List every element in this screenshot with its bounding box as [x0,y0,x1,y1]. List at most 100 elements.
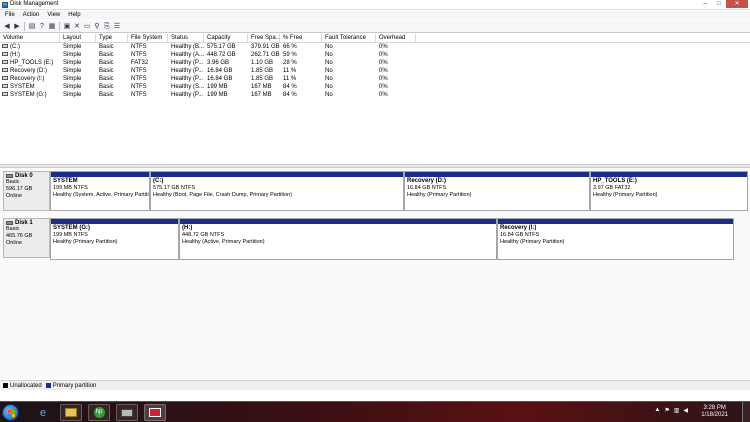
taskbar: e hp ▲ ⚑ ▥ ◀ 3:28 PM 1/18/2021 [0,401,750,422]
partition-disk0-c[interactable]: (C:) 575.17 GB NTFS Healthy (Boot, Page … [150,171,404,211]
volume-cell: Basic [99,44,114,50]
volume-cell: 16.84 GB [207,76,233,82]
menu-help[interactable]: Help [65,11,85,20]
disk-icon [6,221,13,225]
connect-disk-icon[interactable]: ▣ [63,23,71,31]
volume-cell: Healthy (B... [171,44,204,50]
system-clock[interactable]: 3:28 PM 1/18/2021 [701,405,728,419]
disk-management-icon[interactable] [144,404,166,421]
partition-name: (C:) [153,178,164,184]
partition-disk1-h[interactable]: (H:) 448.72 GB NTFS Healthy (Active, Pri… [179,218,497,260]
toolbar-separator [59,22,60,31]
disk-1-status: Online [6,240,22,246]
partition-disk1-system-g[interactable]: SYSTEM (G:) 199 MB NTFS Healthy (Primary… [50,218,179,260]
properties-icon[interactable]: ▤ [28,23,36,31]
help-icon[interactable]: ? [38,23,46,31]
partition-status: Healthy (Primary Partition) [593,192,658,198]
volume-row[interactable]: SYSTEM (G:) Simple Basic NTFS Healthy (P... 1… [0,91,750,99]
column-header[interactable]: Layout [60,34,96,42]
toolbar-separator [24,22,25,31]
menu-file[interactable]: File [2,11,20,20]
volume-cell: NTFS [131,68,147,74]
volume-list-icon[interactable]: ☰ [113,23,121,31]
column-header[interactable]: Fault Tolerance [322,34,376,42]
volume-cell: NTFS [131,44,147,50]
column-header[interactable]: File System [128,34,168,42]
volume-cell: 11 % [283,68,297,74]
volume-cell: 1.10 GB [251,60,274,66]
volume-row[interactable]: (H:) Simple Basic NTFS Healthy (A... 448.72 G… [0,51,750,59]
rescan-icon[interactable]: ⎘ [103,23,111,31]
file-explorer-icon[interactable] [60,404,82,421]
volume-cell: FAT32 [131,60,149,66]
volume-name: Recovery (I:) [10,76,45,82]
menu-action[interactable]: Action [20,11,45,20]
computer-management-icon[interactable] [116,404,138,421]
volume-row[interactable]: HP_TOOLS (E:) Simple Basic FAT32 Healthy (P.… [0,59,750,67]
volume-cell: 262.71 GB [251,52,280,58]
partition-name: Recovery (I:) [500,225,537,231]
volume-cell: 84 % [283,84,297,90]
volume-cell: 0% [379,92,388,98]
volume-name: HP_TOOLS (E:) [10,60,54,66]
volume-cell: No [325,84,333,90]
column-header[interactable]: Overhead [376,34,416,42]
menu-bar: File Action View Help [0,11,750,20]
volume-cell: Basic [99,76,114,82]
partition-disk0-hp-tools[interactable]: HP_TOOLS (E:) 3.97 GB FAT32 Healthy (Pri… [590,171,748,211]
volume-cell: No [325,60,333,66]
partition-disk1-recovery-i[interactable]: Recovery (I:) 16.84 GB NTFS Healthy (Pri… [497,218,734,260]
maximize-button[interactable]: □ [712,0,726,8]
partition-disk0-recovery-d[interactable]: Recovery (D:) 16.84 GB NTFS Healthy (Pri… [404,171,590,211]
volume-row[interactable]: Recovery (D:) Simple Basic NTFS Healthy (P..… [0,67,750,75]
volume-cell: Simple [63,60,82,66]
partition-status: Healthy (Boot, Page File, Crash Dump, Pr… [153,192,293,198]
network-icon[interactable]: ▥ [674,407,680,414]
volume-cell: Recovery (D:) [0,67,60,75]
volume-row[interactable]: Recovery (I:) Simple Basic NTFS Healthy (P..… [0,75,750,83]
hp-support-icon[interactable]: hp [88,404,110,421]
partition-size: 16.84 GB NTFS [407,185,447,191]
back-arrow-icon[interactable]: ◀ [3,23,11,31]
disk-1-label[interactable]: Disk 1 Basic 465.76 GB Online [3,218,50,258]
column-header[interactable]: % Free [280,34,322,42]
volume-row[interactable]: SYSTEM Simple Basic NTFS Healthy (S... 199 MB… [0,83,750,91]
disk-0-status: Online [6,193,22,199]
show-desktop-button[interactable] [742,402,750,422]
action-center-flag-icon[interactable]: ⚑ [664,407,669,414]
column-header[interactable]: Capacity [204,34,248,42]
volume-cell: HP_TOOLS (E:) [0,59,60,67]
minimize-button[interactable]: – [698,0,712,8]
start-button[interactable] [2,404,19,421]
volume-row[interactable]: (C:) Simple Basic NTFS Healthy (B... 575.17 G… [0,43,750,51]
volume-cell: 167 MB [251,84,272,90]
volume-cell: NTFS [131,84,147,90]
delete-icon[interactable]: ✕ [73,23,81,31]
list-view-icon[interactable]: ▦ [48,23,56,31]
new-folder-icon[interactable]: ▭ [83,23,91,31]
partition-disk0-system[interactable]: SYSTEM 199 MB NTFS Healthy (System, Acti… [50,171,150,211]
column-header[interactable]: Status [168,34,204,42]
volume-cell: NTFS [131,92,147,98]
column-header[interactable]: Free Spa... [248,34,280,42]
internet-explorer-icon[interactable]: e [32,404,54,421]
disk-0-label[interactable]: Disk 0 Basic 596.17 GB Online [3,171,50,211]
close-button[interactable]: ✕ [726,0,748,8]
menu-view[interactable]: View [44,11,65,20]
volume-name: (C:) [10,44,20,50]
column-header[interactable]: Volume [0,34,60,42]
column-header[interactable]: Type [96,34,128,42]
volume-cell: Basic [99,92,114,98]
volume-icon[interactable]: ◀ [683,407,688,414]
volume-cell: Healthy (S... [171,84,204,90]
volume-name: (H:) [10,52,20,58]
disk-0-size: 596.17 GB [6,186,33,192]
volume-cell: 199 MB [207,92,228,98]
volume-cell: Healthy (P... [171,60,204,66]
partition-name: SYSTEM [53,178,78,184]
partition-status: Healthy (Primary Partition) [53,239,118,245]
volume-cell: Healthy (A... [171,52,204,58]
forward-arrow-icon[interactable]: ▶ [13,23,21,31]
show-hidden-icons-icon[interactable]: ▲ [654,407,660,414]
search-icon[interactable]: ⚲ [93,23,101,31]
